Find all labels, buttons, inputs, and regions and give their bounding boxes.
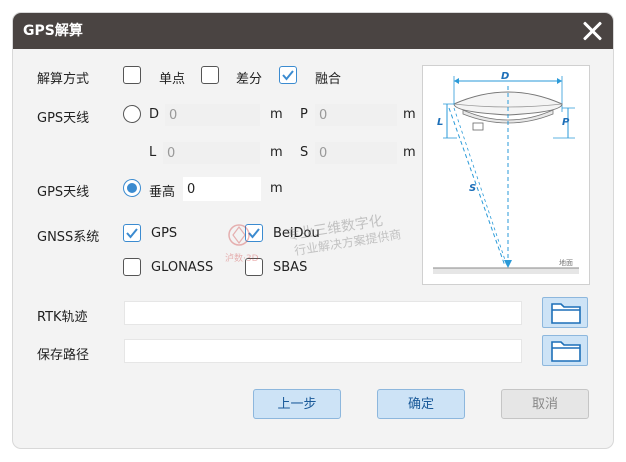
- single-point-label: 单点: [159, 72, 186, 87]
- rtk-track-label: RTK轨迹: [37, 310, 88, 325]
- fusion-label: 融合: [315, 72, 342, 87]
- save-path-browse-button[interactable]: [542, 335, 588, 366]
- checkbox-fusion[interactable]: [279, 66, 297, 84]
- glonass-label: GLONASS: [151, 260, 214, 275]
- rtk-track-path-input[interactable]: [124, 301, 522, 325]
- antenna-s-input[interactable]: [315, 142, 397, 164]
- antenna-diagram-svg: D L P S 地面: [433, 71, 579, 274]
- save-path-input[interactable]: [124, 339, 522, 363]
- gps-antenna-label-2: GPS天线: [37, 185, 90, 200]
- vertical-height-unit: m: [270, 181, 283, 196]
- radio-antenna-vertical-height[interactable]: [123, 179, 141, 197]
- radio-antenna-dims[interactable]: [123, 105, 141, 123]
- sbas-label: SBAS: [273, 260, 308, 275]
- gps-solve-dialog: GPS解算 解算方式 单点 差分 融合 GPS天线 D m P m L m S …: [13, 13, 613, 448]
- field-d-label: D: [149, 107, 160, 122]
- checkmark-icon: [126, 228, 138, 239]
- checkbox-glonass[interactable]: [123, 258, 141, 276]
- checkbox-differential[interactable]: [201, 66, 219, 84]
- gnss-label: GNSS系统: [37, 230, 100, 245]
- field-l-unit: m: [270, 145, 283, 160]
- dialog-title: GPS解算: [23, 23, 83, 39]
- vertical-height-label: 垂高: [149, 185, 176, 200]
- ok-button[interactable]: 确定: [377, 389, 465, 419]
- diagram-label-ground: 地面: [559, 258, 573, 267]
- diagram-label-s: S: [469, 183, 476, 194]
- field-s-label: S: [300, 145, 309, 160]
- field-d-unit: m: [270, 107, 283, 122]
- antenna-l-input[interactable]: [163, 142, 260, 164]
- diagram-label-d: D: [501, 71, 509, 82]
- antenna-p-input[interactable]: [315, 104, 397, 126]
- prev-button[interactable]: 上一步: [253, 389, 341, 419]
- checkbox-beidou[interactable]: [245, 224, 263, 242]
- close-icon[interactable]: [581, 20, 603, 42]
- diagram-label-p: P: [562, 117, 570, 128]
- folder-icon: [551, 303, 581, 324]
- checkbox-single-point[interactable]: [123, 66, 141, 84]
- field-p-unit: m: [403, 107, 416, 122]
- save-path-label: 保存路径: [37, 348, 90, 363]
- checkbox-gps[interactable]: [123, 224, 141, 242]
- diagram-label-l: L: [437, 117, 443, 128]
- beidou-label: BeiDou: [273, 226, 320, 241]
- checkmark-icon: [282, 70, 294, 81]
- folder-icon: [551, 341, 581, 362]
- checkbox-sbas[interactable]: [245, 258, 263, 276]
- rtk-track-browse-button[interactable]: [542, 297, 588, 328]
- differential-label: 差分: [236, 72, 263, 87]
- vertical-height-input[interactable]: [183, 177, 261, 201]
- field-s-unit: m: [403, 145, 416, 160]
- antenna-diagram: D L P S 地面: [422, 65, 590, 285]
- title-bar: GPS解算: [13, 13, 613, 49]
- cancel-button[interactable]: 取消: [501, 389, 589, 419]
- calc-method-label: 解算方式: [37, 72, 90, 87]
- gps-label: GPS: [151, 226, 178, 241]
- gps-antenna-label-1: GPS天线: [37, 111, 90, 126]
- field-p-label: P: [300, 107, 308, 122]
- field-l-label: L: [149, 145, 157, 160]
- checkmark-icon: [248, 228, 260, 239]
- antenna-d-input[interactable]: [165, 104, 260, 126]
